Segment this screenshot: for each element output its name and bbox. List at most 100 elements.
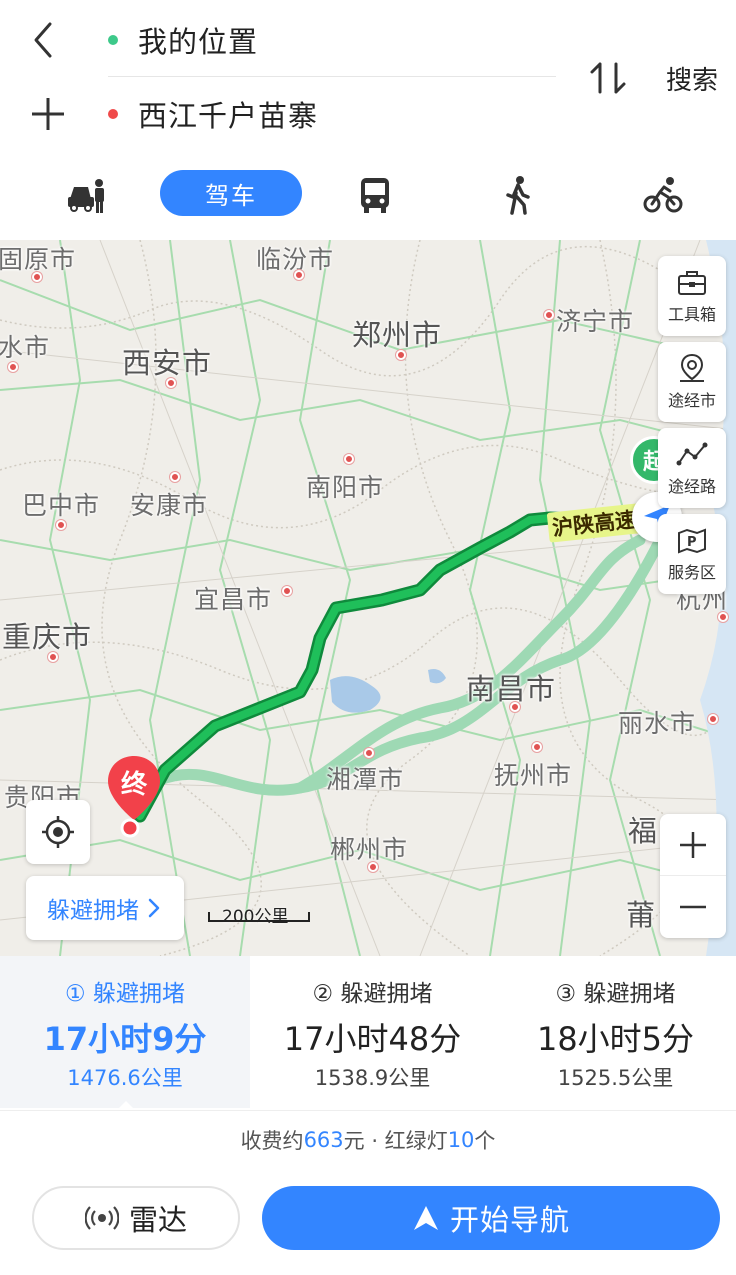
route-tag: ② 躲避拥堵 [312, 981, 433, 1007]
city-dot [364, 748, 374, 758]
back-button[interactable] [28, 18, 64, 62]
zoom-controls [660, 814, 726, 938]
via-road-button[interactable]: 途经路 [658, 428, 726, 508]
city-dot [396, 350, 406, 360]
end-marker-text: 终 [120, 770, 147, 800]
selected-indicator [118, 1101, 134, 1109]
crosshair-icon [42, 816, 74, 848]
toolbox-icon [678, 271, 706, 295]
city-dot [48, 652, 58, 662]
city-dot [510, 702, 520, 712]
navigation-arrow-icon [413, 1206, 438, 1230]
city-dot [56, 520, 66, 530]
scale-bar [208, 912, 310, 922]
chevron-left-icon [34, 22, 52, 58]
route-option-3[interactable]: ③ 躲避拥堵 18小时5分 1525.5公里 [495, 956, 736, 1108]
end-location-text: 西江千户苗寨 [138, 99, 319, 133]
start-location-field[interactable]: 我的位置 [108, 18, 258, 62]
map-view[interactable]: 固原市 临汾市 济宁市 水市 西安市 郑州市 巴中市 安康市 南阳市 宜昌市 重… [0, 240, 736, 956]
radar-icon [84, 1206, 119, 1230]
toll-value: 663 [303, 1127, 344, 1152]
tab-bike[interactable] [640, 170, 686, 220]
city-dot [294, 270, 304, 280]
plus-icon [32, 98, 64, 130]
zoom-in-button[interactable] [660, 814, 726, 876]
end-location-field[interactable]: 西江千户苗寨 [108, 92, 318, 136]
city-dot [708, 714, 718, 724]
search-button[interactable]: 搜索 [666, 60, 718, 97]
end-dot [108, 109, 118, 119]
avoid-congestion-button[interactable]: 躲避拥堵 [26, 876, 184, 940]
start-dot [108, 35, 118, 45]
city-dot [718, 612, 728, 622]
tab-taxi[interactable] [62, 170, 112, 220]
city-label: 郴州市 [330, 835, 409, 864]
zoom-out-button[interactable] [660, 876, 726, 938]
avoid-congestion-label: 躲避拥堵 [47, 898, 139, 924]
city-label: 湘潭市 [326, 765, 405, 794]
radar-button[interactable]: 雷达 [32, 1186, 240, 1250]
location-pin-icon [680, 353, 704, 382]
via-city-label: 途经市 [667, 391, 716, 410]
tab-drive[interactable]: 驾车 [160, 170, 302, 216]
city-label: 巴中市 [22, 491, 101, 520]
via-road-label: 途经路 [667, 477, 716, 496]
city-dot [368, 862, 378, 872]
add-waypoint-button[interactable] [28, 92, 68, 136]
service-area-label: 服务区 [667, 563, 716, 582]
taxi-icon [68, 179, 104, 213]
bike-icon [643, 177, 683, 213]
route-line-icon [676, 442, 708, 466]
route-tag: ① 躲避拥堵 [65, 981, 185, 1007]
city-label: 水市 [0, 333, 51, 362]
city-dot [532, 742, 542, 752]
start-navigation-label: 开始导航 [449, 1203, 570, 1237]
traffic-lights-value: 10 [447, 1127, 475, 1152]
service-area-icon: P [678, 528, 706, 554]
toll-suffix: 元 · 红绿灯 [343, 1128, 448, 1153]
plus-icon [680, 831, 706, 858]
route-time: 18小时5分 [536, 1020, 695, 1058]
start-navigation-button[interactable]: 开始导航 [262, 1186, 720, 1250]
city-label: 郑州市 [352, 318, 443, 352]
city-dot [544, 310, 554, 320]
city-label: 安康市 [130, 491, 209, 520]
service-area-button[interactable]: P 服务区 [658, 514, 726, 594]
swap-button[interactable] [586, 56, 630, 100]
city-label: 西安市 [122, 346, 213, 380]
city-label: 抚州市 [494, 761, 573, 790]
bus-icon [361, 178, 389, 213]
route-option-1[interactable]: ① 躲避拥堵 17小时9分 1476.6公里 [0, 956, 250, 1109]
city-label: 丽水市 [618, 709, 697, 738]
city-label: 济宁市 [556, 307, 635, 336]
city-label: 福 [628, 814, 659, 848]
city-label: 南阳市 [306, 473, 385, 502]
route-option-2[interactable]: ② 躲避拥堵 17小时48分 1538.9公里 [250, 956, 495, 1108]
toll-prefix: 收费约 [240, 1128, 304, 1153]
tab-walk[interactable] [496, 170, 540, 220]
toolbox-label: 工具箱 [667, 305, 716, 324]
travel-mode-tabs: 驾车 [0, 170, 736, 224]
radar-label: 雷达 [128, 1203, 187, 1237]
city-label: 莆 [626, 898, 657, 932]
locate-button[interactable] [26, 800, 90, 864]
location-divider [108, 76, 556, 77]
walk-icon [506, 176, 530, 215]
route-tag: ③ 躲避拥堵 [555, 981, 676, 1007]
via-city-button[interactable]: 途经市 [658, 342, 726, 422]
city-dot [166, 378, 176, 388]
route-time: 17小时9分 [43, 1020, 207, 1058]
route-distance: 1525.5公里 [557, 1066, 674, 1090]
map-scale: 200公里 [208, 902, 310, 938]
toolbox-button[interactable]: 工具箱 [658, 256, 726, 336]
tab-bus[interactable] [352, 170, 398, 220]
end-marker[interactable]: 终 [106, 754, 162, 840]
traffic-lights-suffix: 个 [474, 1128, 496, 1153]
city-dot [344, 454, 354, 464]
city-label: 重庆市 [2, 620, 93, 654]
route-distance: 1538.9公里 [314, 1066, 431, 1090]
route-options: ① 躲避拥堵 17小时9分 1476.6公里 ② 躲避拥堵 17小时48分 15… [0, 956, 736, 1109]
city-dot [170, 472, 180, 482]
city-dot [8, 362, 18, 372]
city-dot [282, 586, 292, 596]
